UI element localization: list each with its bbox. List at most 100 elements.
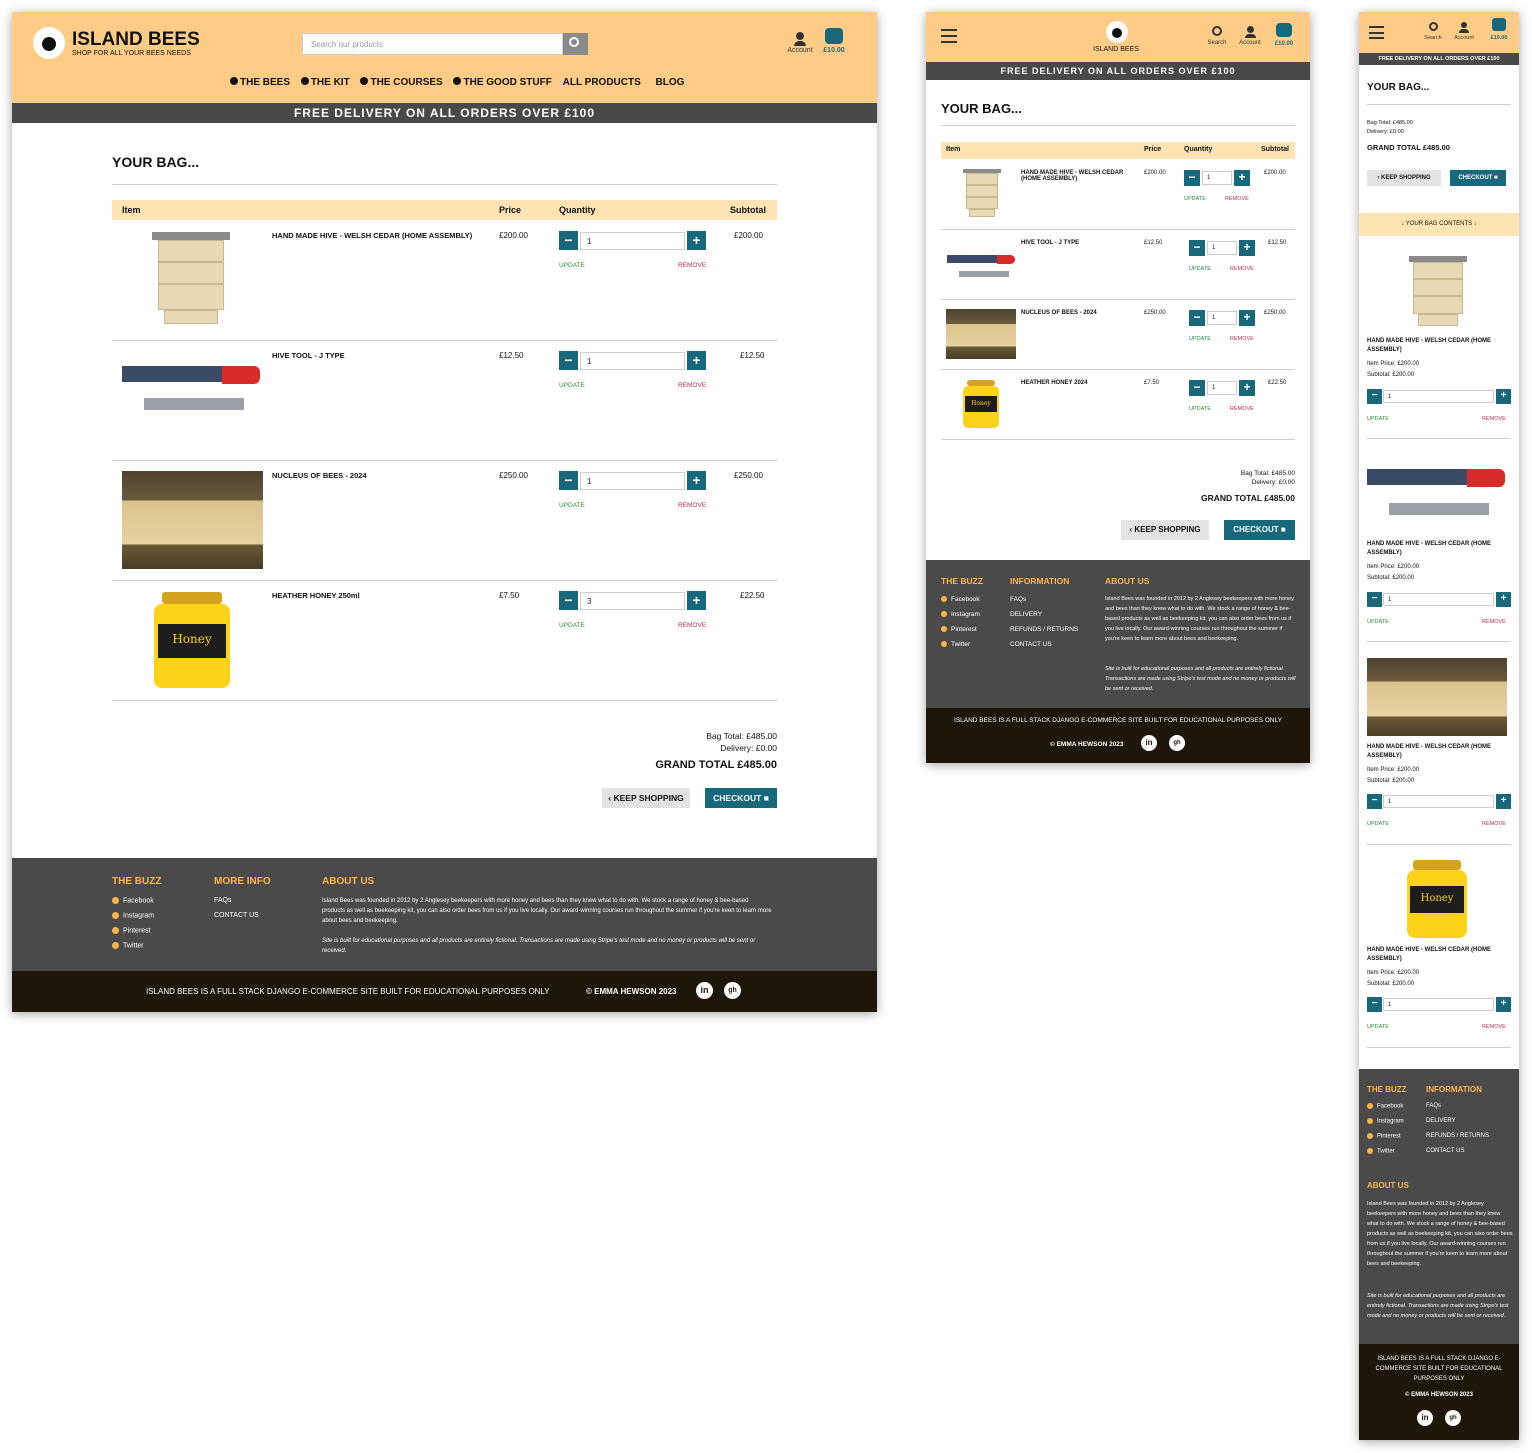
linkedin-icon[interactable]: in	[1417, 1410, 1433, 1426]
footer-link-twitter[interactable]: Twitter	[1367, 1148, 1395, 1155]
quantity-input[interactable]: 1	[1202, 171, 1232, 185]
product-name[interactable]: HAND MADE HIVE - WELSH CEDAR (HOME ASSEM…	[1021, 170, 1136, 182]
footer-link-faqs[interactable]: FAQs	[1010, 596, 1026, 603]
footer-link-delivery[interactable]: DELIVERY	[1426, 1118, 1456, 1124]
increment-button[interactable]: +	[1239, 240, 1255, 256]
nav-item-the-courses[interactable]: THE COURSES	[360, 77, 443, 88]
increment-button[interactable]: +	[1496, 592, 1511, 607]
update-link[interactable]: UPDATE	[1189, 406, 1211, 412]
remove-link[interactable]: REMOVE	[678, 622, 706, 629]
update-link[interactable]: UPDATE	[1367, 416, 1389, 422]
quantity-input[interactable]: 3	[580, 592, 685, 610]
basket-button[interactable]: £10.00	[1485, 18, 1513, 41]
github-icon[interactable]: gh	[1169, 735, 1185, 751]
hamburger-icon[interactable]	[941, 29, 957, 43]
product-image-hive[interactable]	[963, 169, 1001, 217]
footer-link-facebook[interactable]: Facebook	[112, 897, 154, 904]
decrement-button[interactable]: −	[1189, 380, 1205, 396]
remove-link[interactable]: REMOVE	[1225, 196, 1249, 202]
update-link[interactable]: UPDATE	[1367, 619, 1389, 625]
linkedin-icon[interactable]: in	[1141, 735, 1157, 751]
decrement-button[interactable]: −	[559, 351, 578, 370]
increment-button[interactable]: +	[687, 591, 706, 610]
update-link[interactable]: UPDATE	[1189, 336, 1211, 342]
remove-link[interactable]: REMOVE	[1230, 266, 1254, 272]
decrement-button[interactable]: −	[1189, 240, 1205, 256]
decrement-button[interactable]: −	[1189, 310, 1205, 326]
account-button[interactable]: Account	[1236, 26, 1264, 46]
search-button[interactable]	[563, 33, 588, 55]
keep-shopping-button[interactable]: ‹ KEEP SHOPPING	[1121, 520, 1209, 540]
nav-item-the-bees[interactable]: THE BEES	[230, 77, 290, 88]
product-name[interactable]: HAND MADE HIVE - WELSH CEDAR (HOME ASSEM…	[1367, 540, 1511, 558]
update-link[interactable]: UPDATE	[1189, 266, 1211, 272]
footer-link-contact[interactable]: CONTACT US	[1010, 641, 1052, 648]
checkout-button[interactable]: CHECKOUT ■	[1450, 170, 1506, 186]
increment-button[interactable]: +	[687, 471, 706, 490]
footer-link-instagram[interactable]: Instagram	[941, 611, 980, 618]
github-icon[interactable]: gh	[1445, 1410, 1461, 1426]
footer-link-refunds[interactable]: REFUNDS / RETURNS	[1426, 1133, 1489, 1139]
quantity-input[interactable]: 1	[580, 352, 685, 370]
quantity-input[interactable]: 1	[1383, 795, 1494, 808]
decrement-button[interactable]: −	[1367, 592, 1382, 607]
remove-link[interactable]: REMOVE	[1230, 336, 1254, 342]
remove-link[interactable]: REMOVE	[678, 502, 706, 509]
footer-link-instagram[interactable]: Instagram	[1367, 1118, 1404, 1125]
search-button[interactable]: Search	[1421, 22, 1445, 41]
checkout-button[interactable]: CHECKOUT ■	[705, 788, 777, 808]
product-name[interactable]: HIVE TOOL - J TYPE	[272, 351, 345, 360]
increment-button[interactable]: +	[687, 351, 706, 370]
decrement-button[interactable]: −	[1367, 389, 1382, 404]
footer-link-faqs[interactable]: FAQs	[214, 897, 232, 904]
product-name[interactable]: NUCLEUS OF BEES - 2024	[1021, 310, 1136, 316]
quantity-input[interactable]: 1	[580, 472, 685, 490]
remove-link[interactable]: REMOVE	[678, 262, 706, 269]
keep-shopping-button[interactable]: ‹ KEEP SHOPPING	[602, 788, 690, 808]
product-name[interactable]: HAND MADE HIVE - WELSH CEDAR (HOME ASSEM…	[272, 231, 472, 240]
footer-link-pinterest[interactable]: Pinterest	[941, 626, 977, 633]
product-image-hive-tool[interactable]	[122, 362, 262, 422]
basket-button[interactable]: £10.00	[1270, 23, 1298, 47]
quantity-input[interactable]: 1	[1207, 311, 1237, 325]
logo-icon[interactable]	[1106, 21, 1128, 43]
footer-link-instagram[interactable]: Instagram	[112, 912, 154, 919]
product-image-nucleus[interactable]	[946, 309, 1016, 359]
nav-item-the-kit[interactable]: THE KIT	[300, 77, 350, 88]
product-name[interactable]: HEATHER HONEY 250ml	[272, 591, 360, 600]
product-image-honey[interactable]: Honey	[1407, 860, 1467, 938]
product-image-nucleus[interactable]	[122, 471, 263, 569]
product-image-hive[interactable]	[1409, 256, 1467, 328]
decrement-button[interactable]: −	[559, 591, 578, 610]
footer-link-facebook[interactable]: Facebook	[941, 596, 980, 603]
search-button[interactable]: Search	[1206, 26, 1228, 46]
remove-link[interactable]: REMOVE	[1230, 406, 1254, 412]
footer-link-delivery[interactable]: DELIVERY	[1010, 611, 1042, 618]
footer-link-twitter[interactable]: Twitter	[941, 641, 970, 648]
quantity-input[interactable]: 1	[1207, 381, 1237, 395]
decrement-button[interactable]: −	[1184, 170, 1200, 186]
footer-link-faqs[interactable]: FAQs	[1426, 1103, 1441, 1109]
quantity-input[interactable]: 1	[1383, 593, 1494, 606]
product-name[interactable]: HAND MADE HIVE - WELSH CEDAR (HOME ASSEM…	[1367, 337, 1511, 355]
increment-button[interactable]: +	[1496, 997, 1511, 1012]
update-link[interactable]: UPDATE	[1184, 196, 1206, 202]
remove-link[interactable]: REMOVE	[1482, 1024, 1506, 1030]
increment-button[interactable]: +	[687, 231, 706, 250]
quantity-input[interactable]: 1	[1207, 241, 1237, 255]
remove-link[interactable]: REMOVE	[1482, 619, 1506, 625]
product-image-nucleus[interactable]	[1367, 658, 1507, 736]
decrement-button[interactable]: −	[559, 231, 578, 250]
basket-button[interactable]: £10.00	[820, 28, 848, 54]
logo-icon[interactable]	[33, 27, 65, 59]
hamburger-icon[interactable]	[1369, 26, 1384, 39]
quantity-input[interactable]: 1	[1383, 390, 1494, 403]
update-link[interactable]: UPDATE	[1367, 821, 1389, 827]
nav-item-blog[interactable]: BLOG	[656, 77, 685, 88]
footer-link-refunds[interactable]: REFUNDS / RETURNS	[1010, 626, 1078, 633]
increment-button[interactable]: +	[1234, 170, 1250, 186]
increment-button[interactable]: +	[1496, 389, 1511, 404]
product-image-hive[interactable]	[152, 232, 230, 328]
keep-shopping-button[interactable]: ‹ KEEP SHOPPING	[1367, 170, 1441, 186]
product-name[interactable]: HAND MADE HIVE - WELSH CEDAR (HOME ASSEM…	[1367, 743, 1511, 761]
